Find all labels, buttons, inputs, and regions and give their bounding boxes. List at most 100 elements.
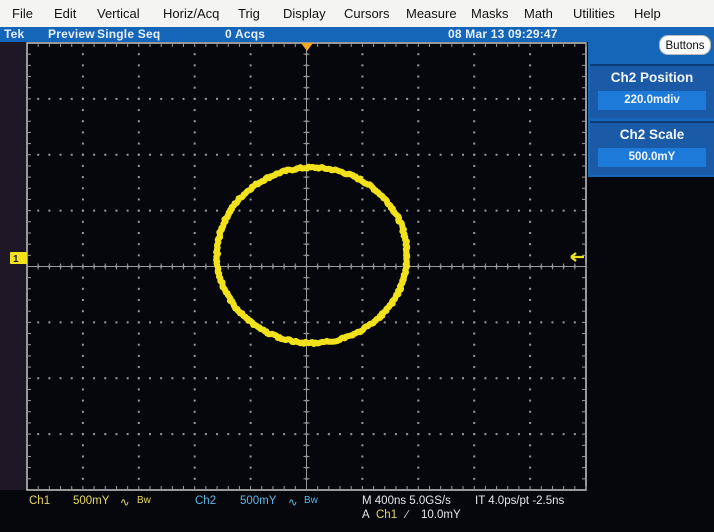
grid-dot [70,153,73,156]
grid-dot [406,433,409,436]
grid-dot [428,433,431,436]
edge-tick [37,486,39,490]
grid-dot [137,254,140,257]
edge-tick [540,43,542,47]
grid-dot [193,343,196,346]
grid-dot [361,187,364,190]
grid-dot [137,421,140,424]
grid-dot [81,109,84,112]
grid-dot [160,321,163,324]
edge-tick [582,232,586,234]
grid-dot [238,209,241,212]
grid-dot [473,176,476,179]
edge-tick [582,109,586,111]
trigger-source[interactable]: Ch1 [376,509,397,521]
grid-dot [529,366,532,369]
ch1-scale[interactable]: 500mY [73,495,109,507]
grid-dot [495,377,498,380]
grid-dot [394,153,397,156]
grid-dot [37,97,40,100]
grid-dot [81,421,84,424]
grid-dot [372,433,375,436]
grid-dot [361,254,364,257]
ch2-coupling-icon: ∿ [288,497,298,509]
edge-tick [328,43,330,47]
trigger-level-arrow[interactable] [570,252,584,262]
edge-tick [473,43,475,47]
grid-dot [137,343,140,346]
grid-dot [182,209,185,212]
edge-tick [582,176,586,178]
edge-tick [27,120,31,122]
edge-tick [582,455,586,457]
grid-dot [473,377,476,380]
grid-dot [193,198,196,201]
grid-dot [473,109,476,112]
xy-trace [213,163,411,347]
edge-tick [194,486,196,490]
grid-dot [249,243,252,246]
grid-dot [473,164,476,167]
grid-dot [417,410,420,413]
edge-tick [428,43,430,47]
grid-dot [81,243,84,246]
ch1-label[interactable]: Ch1 [29,495,50,507]
grid-dot [562,433,565,436]
edge-tick [582,266,586,267]
grid-dot [417,153,420,156]
grid-dot [361,109,364,112]
grid-dot [406,153,409,156]
grid-dot [473,231,476,234]
grid-dot [417,187,420,190]
grid-dot [59,97,62,100]
edge-tick [183,486,185,490]
grid-dot [93,97,96,100]
grid-dot [193,377,196,380]
grid-dot [361,86,364,89]
horizontal-readout[interactable]: M 400ns 5.0GS/s [362,495,451,507]
edge-tick [115,43,117,47]
trigger-position-marker[interactable] [301,43,313,51]
grid-dot [216,153,219,156]
grid-dot [271,433,274,436]
trigger-level[interactable]: 10.0mY [421,509,461,521]
edge-tick [48,43,50,47]
edge-tick [149,486,151,490]
grid-dot [37,433,40,436]
grid-dot [81,287,84,290]
ch2-label[interactable]: Ch2 [195,495,216,507]
grid-dot [529,287,532,290]
grid-dot [137,321,140,324]
grid-dot [227,321,230,324]
grid-dot [193,310,196,313]
grid-dot [573,433,576,436]
edge-tick [261,43,263,47]
ch1-ground-marker[interactable]: 1 [10,252,27,265]
ch2-scale[interactable]: 500mY [240,495,276,507]
grid-dot [238,433,241,436]
grid-dot [473,343,476,346]
grid-dot [193,231,196,234]
grid-dot [417,231,420,234]
grid-dot [249,354,252,357]
edge-tick [582,478,586,480]
grid-dot [473,120,476,123]
grid-dot [137,377,140,380]
edge-tick [27,210,31,212]
grid-dot [540,153,543,156]
grid-dot [249,75,252,78]
grid-dot [562,321,565,324]
grid-dot [227,97,230,100]
edge-tick [48,486,50,490]
grid-dot [260,97,263,100]
grid-dot [316,433,319,436]
grid-dot [193,332,196,335]
grid-dot [216,433,219,436]
grid-dot [81,377,84,380]
grid-dot [81,209,84,212]
edge-tick [115,486,117,490]
grid-dot [517,433,520,436]
grid-dot [126,209,129,212]
edge-tick [384,43,386,47]
grid-dot [216,321,219,324]
